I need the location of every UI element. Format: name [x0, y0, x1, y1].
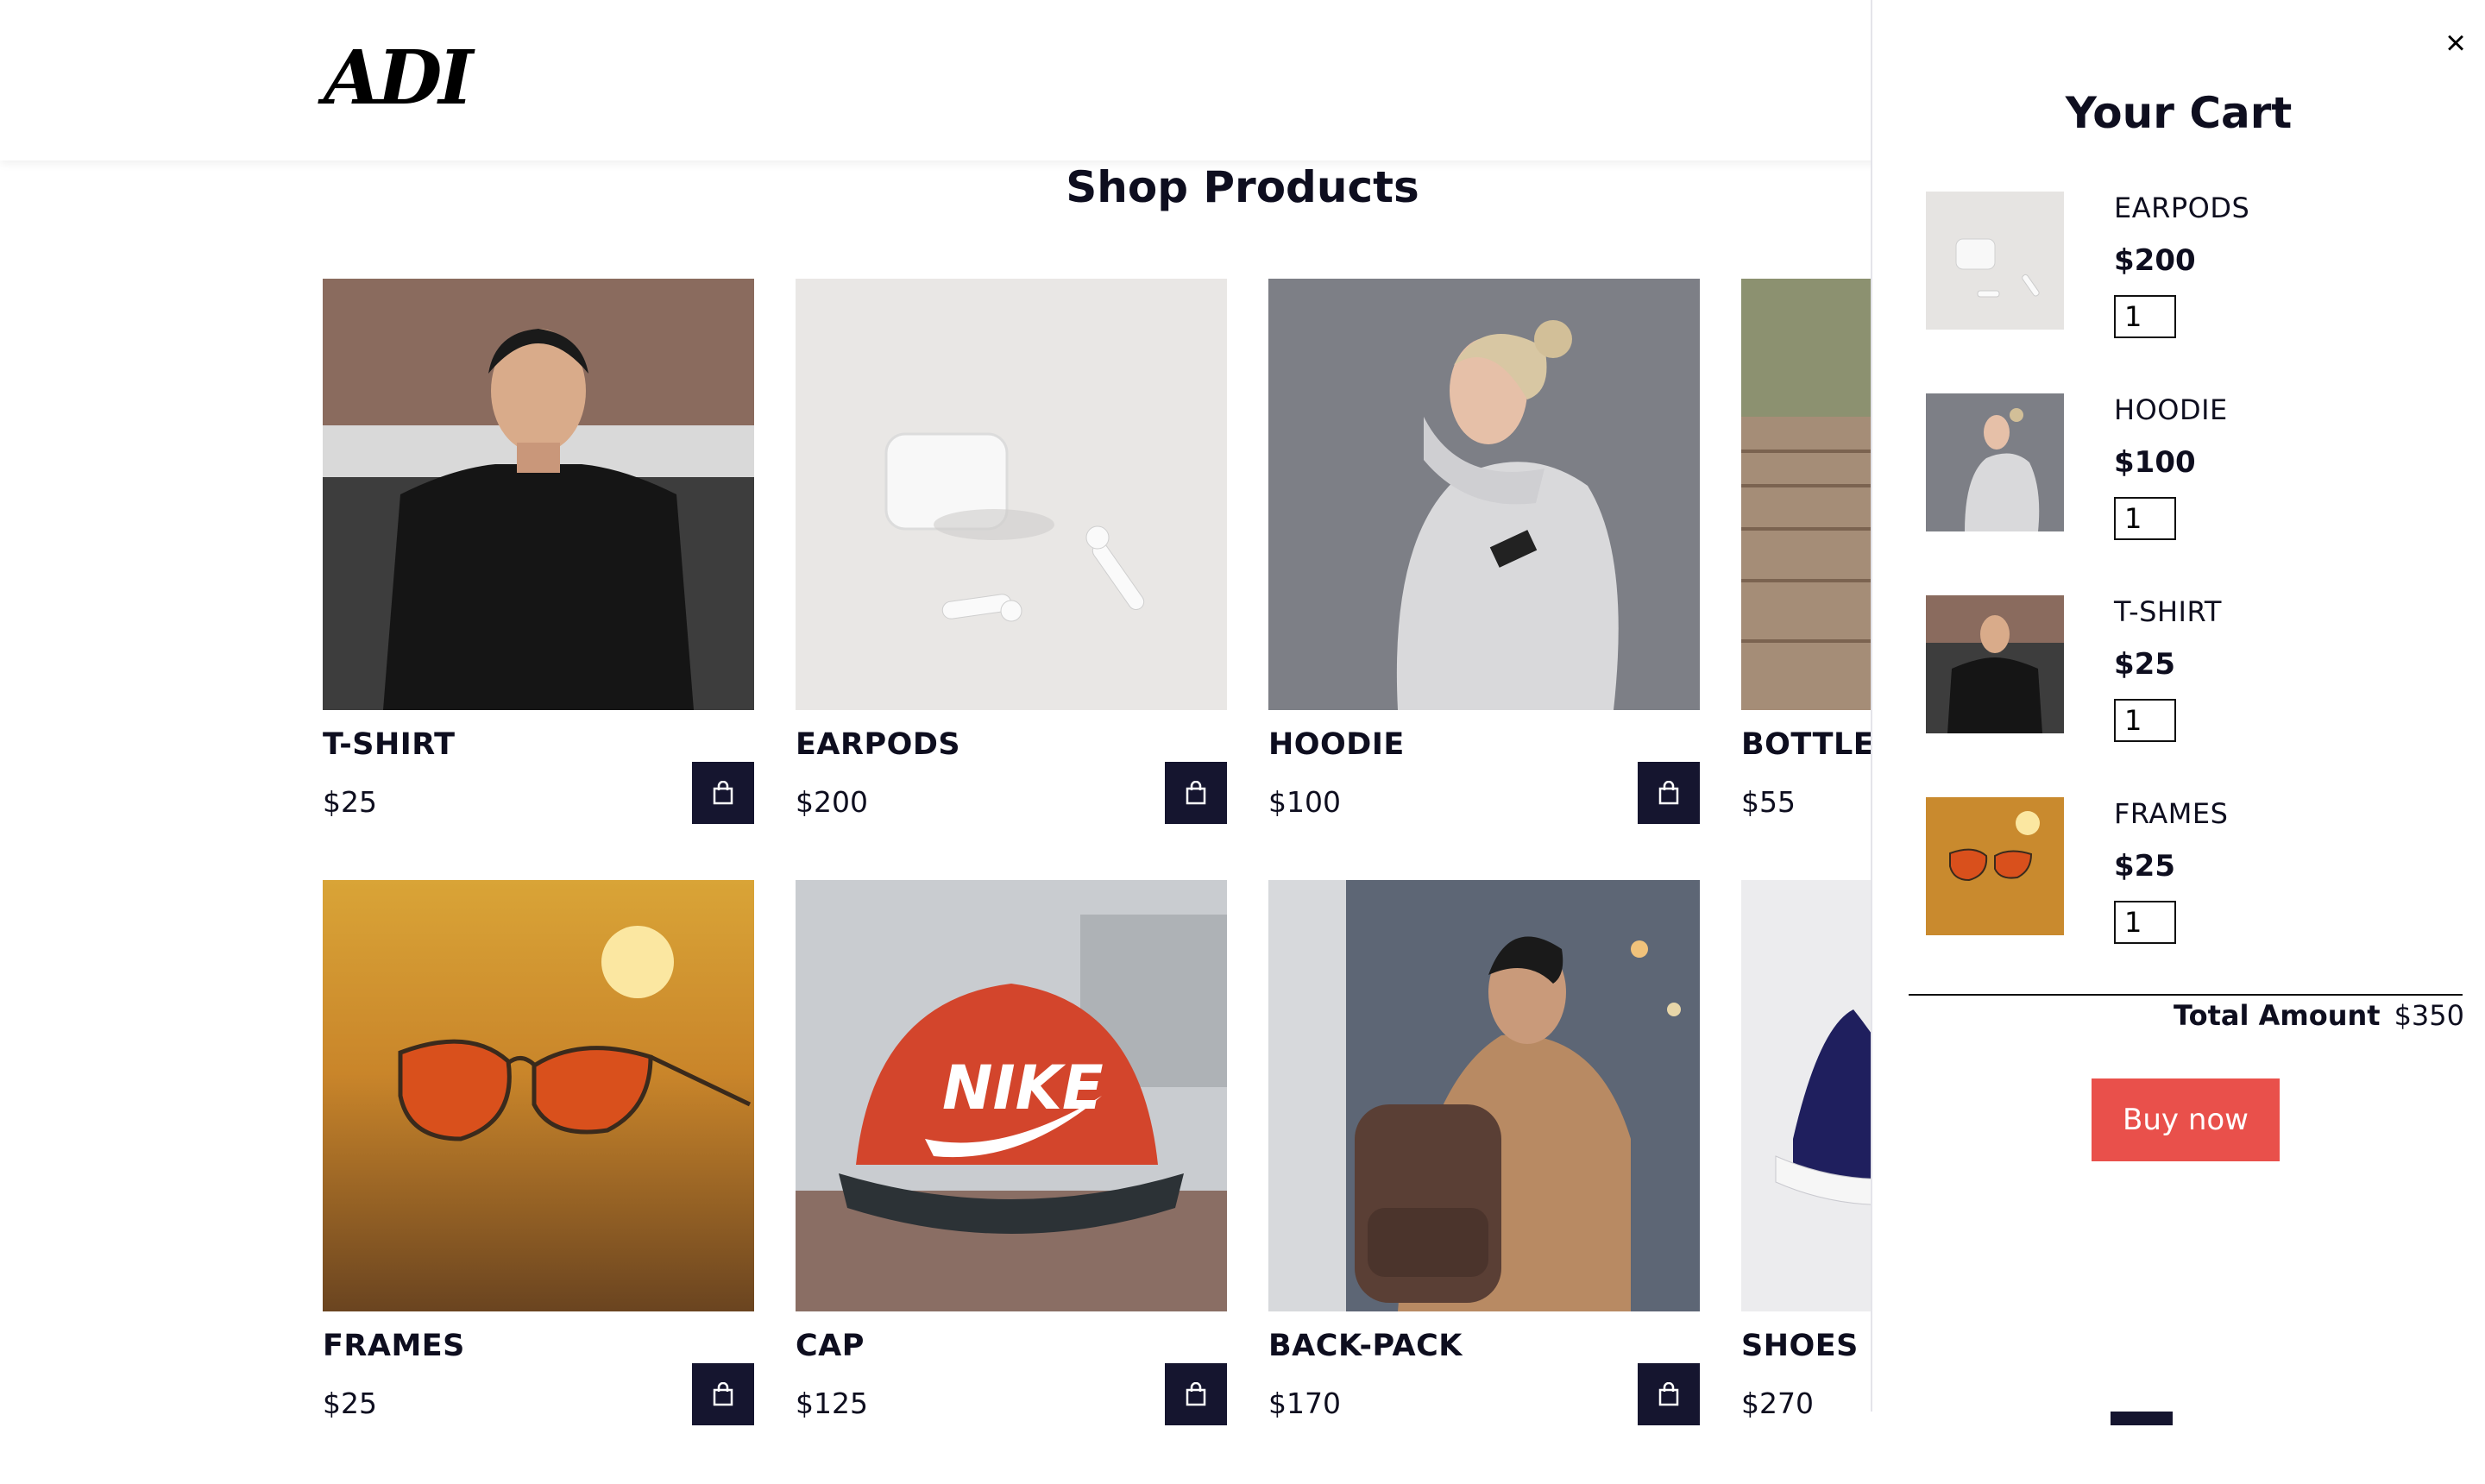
product-name: T-SHIRT	[323, 727, 456, 762]
shopping-bag-icon	[1186, 781, 1206, 805]
cart-divider	[1909, 994, 2463, 996]
cart-item: T-SHIRT $25	[1926, 595, 2478, 768]
product-image[interactable]	[796, 279, 1227, 710]
product-card-frames: FRAMES $25	[323, 880, 754, 1484]
product-card-backpack: BACK-PACK $170	[1268, 880, 1700, 1484]
product-price: $200	[796, 785, 868, 819]
product-name: CAP	[796, 1329, 865, 1363]
shopping-bag-icon	[713, 1382, 733, 1406]
shopping-bag-icon	[713, 781, 733, 805]
cart-item-thumbnail	[1926, 595, 2064, 733]
cart-title: Your Cart	[2065, 88, 2293, 138]
product-card-cap: NIKE CAP $125	[796, 880, 1227, 1484]
product-price: $170	[1268, 1387, 1341, 1420]
add-to-cart-button[interactable]	[692, 762, 754, 824]
cart-item-name: EARPODS	[2114, 192, 2250, 224]
add-to-cart-button[interactable]	[692, 1363, 754, 1425]
cart-item-name: HOODIE	[2114, 393, 2228, 426]
cart-item-thumbnail	[1926, 192, 2064, 330]
product-card-hoodie: HOODIE $100	[1268, 279, 1700, 883]
cart-item-name: T-SHIRT	[2114, 595, 2222, 628]
product-name: FRAMES	[323, 1329, 465, 1363]
quantity-input[interactable]	[2114, 497, 2176, 540]
cart-item-price: $25	[2114, 849, 2175, 883]
cart-item-thumbnail	[1926, 393, 2064, 531]
cart-item-price: $100	[2114, 445, 2196, 480]
close-icon[interactable]: ×	[2435, 22, 2476, 64]
product-card-tshirt: T-SHIRT $25	[323, 279, 754, 883]
brand-logo[interactable]: ADI	[324, 35, 474, 122]
add-to-cart-button[interactable]	[1638, 1363, 1700, 1425]
cart-panel: × Your Cart EARPODS $200 HO	[1872, 0, 2485, 1412]
product-name: EARPODS	[796, 727, 961, 762]
product-image[interactable]	[1268, 880, 1700, 1311]
product-price: $25	[323, 785, 377, 819]
add-to-cart-button[interactable]	[1165, 762, 1227, 824]
cart-item: EARPODS $200	[1926, 192, 2478, 364]
total-label: Total Amount	[2174, 999, 2381, 1032]
add-to-cart-button[interactable]	[1638, 762, 1700, 824]
cart-item-price: $25	[2114, 647, 2175, 682]
product-price: $270	[1741, 1387, 1814, 1420]
product-name: HOODIE	[1268, 727, 1405, 762]
quantity-input[interactable]	[2114, 901, 2176, 944]
product-price: $25	[323, 1387, 377, 1420]
product-name: BOTTLE	[1741, 727, 1875, 762]
quantity-input[interactable]	[2114, 295, 2176, 338]
quantity-input[interactable]	[2114, 699, 2176, 742]
cart-total: Total Amount $350	[2174, 999, 2464, 1032]
product-price: $125	[796, 1387, 868, 1420]
shopping-bag-icon	[1658, 1382, 1679, 1406]
product-image[interactable]	[1268, 279, 1700, 710]
shopping-bag-icon	[1186, 1382, 1206, 1406]
product-name: BACK-PACK	[1268, 1329, 1463, 1363]
product-name: SHOES	[1741, 1329, 1859, 1363]
cart-item-name: FRAMES	[2114, 797, 2229, 830]
buy-now-button[interactable]: Buy now	[2092, 1078, 2280, 1161]
cart-item-price: $200	[2114, 243, 2196, 278]
product-image[interactable]	[323, 880, 754, 1311]
product-card-earpods: EARPODS $200	[796, 279, 1227, 883]
add-to-cart-button[interactable]	[1165, 1363, 1227, 1425]
cart-item: FRAMES $25	[1926, 797, 2478, 970]
product-price: $100	[1268, 785, 1341, 819]
cart-item-thumbnail	[1926, 797, 2064, 935]
shopping-bag-icon	[1658, 781, 1679, 805]
cart-item: HOODIE $100	[1926, 393, 2478, 566]
total-value: $350	[2394, 999, 2464, 1032]
product-price: $55	[1741, 785, 1796, 819]
product-image[interactable]	[323, 279, 754, 710]
product-image[interactable]: NIKE	[796, 880, 1227, 1311]
